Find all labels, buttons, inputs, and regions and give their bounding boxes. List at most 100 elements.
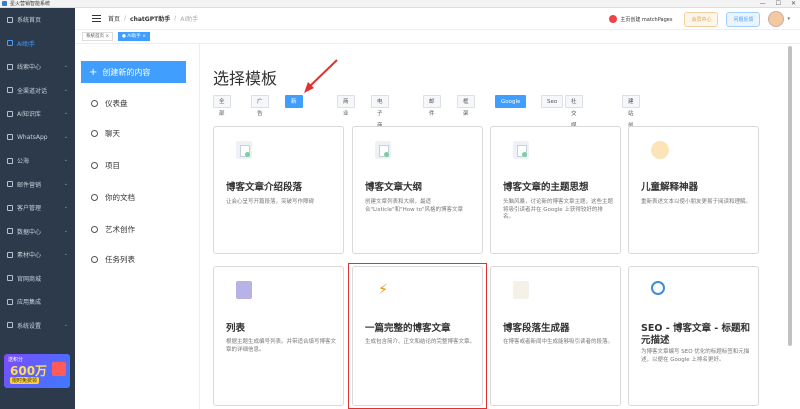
plus-icon: + (89, 66, 98, 78)
filter-chip[interactable]: 电子商务 (371, 95, 389, 141)
sidebar-item[interactable]: AI助手 (0, 32, 75, 56)
sidebar-item[interactable]: 线索中心 ⌄ (0, 55, 75, 79)
template-card[interactable]: 列表 根据主题生成编号列表。并带适合填写博客文章的详细信息。 (213, 266, 344, 406)
chart-icon (7, 228, 13, 235)
bolt-icon: ⚡ (375, 281, 391, 299)
folder-icon (7, 251, 13, 258)
breadcrumb-chatgpt[interactable]: chatGPT助手 (130, 14, 170, 23)
breadcrumb: 首页 / chatGPT助手 / AI助手 (108, 14, 198, 23)
bulb-icon (91, 226, 98, 233)
maximize-button[interactable]: ☐ (776, 0, 781, 8)
sidebar-item[interactable]: 数据中心 ⌄ (0, 220, 75, 244)
magnifier-icon (651, 281, 665, 295)
dashboard-icon (91, 100, 98, 107)
promo-banner[interactable]: 送积分 600万 限时免费领 (4, 354, 70, 388)
template-card-title: 儿童解释神器 (641, 182, 699, 193)
template-card[interactable]: 博客文章介绍段落 让会心呈写开篇段落，突破写作障碍 (213, 126, 344, 254)
template-card-title: SEO - 博客文章 - 标题和元描述 (641, 323, 751, 346)
create-content-button[interactable]: + 创建新的内容 (81, 61, 186, 83)
promo-cta[interactable]: 限时免费领 (10, 377, 40, 384)
chat-icon (7, 87, 13, 94)
left-panel-item[interactable]: 聊天 (91, 128, 120, 139)
filter-chip[interactable]: 建站创作 (622, 95, 640, 141)
template-card-description: 生成包含简介、正文和结论的完整博客文章。 (365, 339, 476, 345)
tag-ai-assistant[interactable]: ● AI助手 × (118, 32, 150, 41)
mail-icon (7, 181, 13, 188)
pen-icon (513, 281, 529, 299)
sidebar-item-label: 系统首页 (17, 17, 42, 25)
filter-chip[interactable]: 新闻博客 (285, 95, 303, 141)
filter-chip[interactable]: 商业 (337, 95, 355, 117)
filter-chip[interactable]: Seo (541, 95, 564, 108)
member-center-button[interactable]: 会员中心 (684, 11, 719, 27)
gift-icon (52, 362, 66, 376)
sidebar-item[interactable]: 公海 ⌄ (0, 149, 75, 173)
sidebar-item-label: 线索中心 (17, 64, 42, 72)
sidebar-item[interactable]: 全渠道对话 ⌄ (0, 79, 75, 103)
sidebar-item[interactable]: 客户管理 ⌄ (0, 196, 75, 220)
template-card-description: 头脑风暴，讨论新的博客文章主题，这些主题将吸引读者并在 Google 上获得较好… (503, 199, 614, 220)
avatar[interactable] (768, 11, 785, 27)
filter-chip[interactable]: Google (495, 95, 527, 108)
left-panel-item-label: 艺术创作 (105, 225, 135, 234)
scrollbar[interactable] (780, 44, 800, 409)
sidebar-item[interactable]: 系统首页 (0, 8, 75, 32)
left-panel-item[interactable]: 项目 (91, 160, 120, 171)
template-card-title: 博客文章的主题思想 (503, 182, 589, 193)
filter-chip[interactable]: 邮件 (423, 95, 441, 117)
create-page-link[interactable]: 主页创建 matchPages (609, 15, 672, 23)
sidebar-item[interactable]: 系统设置 ⌄ (0, 314, 75, 338)
sidebar-item-label: 客户管理 (17, 205, 42, 213)
sidebar-menu: 系统首页 AI助手 线索中心 ⌄ 全渠道对话 ⌄ AI知识库 ⌄ WhatsApp ⌄ 公海 ⌄ 邮件营… (0, 8, 75, 337)
sidebar-item[interactable]: 应用集成 (0, 290, 75, 314)
left-panel-item[interactable]: 任务列表 (91, 254, 135, 265)
users-icon (7, 204, 13, 211)
left-panel-item-label: 你的文档 (105, 193, 135, 202)
template-card[interactable]: 儿童解释神器 重新表述文本以使小朋友更易于阅读和理解。 (628, 126, 759, 254)
sidebar-item[interactable]: WhatsApp ⌄ (0, 126, 75, 150)
sidebar-item[interactable]: 邮件营销 ⌄ (0, 173, 75, 197)
database-icon (7, 110, 13, 117)
minimize-button[interactable]: — (760, 0, 766, 8)
tag-home[interactable]: 系统首页 × (82, 32, 114, 41)
page-title: 选择模板 (213, 69, 278, 88)
template-card[interactable]: SEO - 博客文章 - 标题和元描述 为博客文章编写 SEO 优化的标题标签和元… (628, 266, 759, 406)
template-card[interactable]: 博客段落生成器 在博客或者新闻中生成能够吸引读者的段落。 (490, 266, 621, 406)
lightbulb-icon (91, 162, 98, 169)
left-panel-item[interactable]: 艺术创作 (91, 224, 135, 235)
breadcrumb-home[interactable]: 首页 (108, 14, 120, 23)
template-card[interactable]: ⚡ 一篇完整的博客文章 生成包含简介、正文和结论的完整博客文章。 (352, 266, 483, 406)
chevron-down-icon: ⌄ (63, 251, 68, 257)
left-panel-item-label: 聊天 (105, 129, 120, 138)
scrollbar-thumb[interactable] (788, 46, 792, 346)
filter-chip[interactable]: 社交媒体 (565, 95, 583, 141)
left-panel-item-label: 任务列表 (105, 255, 135, 264)
sidebar-item-label: 官网商城 (17, 275, 42, 283)
filter-chip[interactable]: 全部 (213, 95, 231, 117)
close-button[interactable]: ✕ (791, 0, 796, 8)
shop-icon (7, 275, 13, 282)
menu-toggle-icon[interactable] (92, 15, 101, 22)
sidebar-item-label: AI知识库 (17, 111, 41, 119)
sidebar-item[interactable]: 官网商城 (0, 267, 75, 291)
sidebar-item[interactable]: 素材中心 ⌄ (0, 243, 75, 267)
chevron-down-icon: ⌄ (63, 227, 68, 234)
create-page-label: 主页创建 matchPages (620, 16, 673, 23)
template-card-description: 根据主题生成编号列表。并带适合填写博客文章的详细信息。 (226, 339, 337, 353)
breadcrumb-separator: / (124, 15, 127, 22)
book-icon (236, 281, 252, 299)
home-icon (7, 16, 13, 23)
filter-chip[interactable]: 广告 (251, 95, 269, 117)
sidebar-item[interactable]: AI知识库 ⌄ (0, 102, 75, 126)
left-panel-item[interactable]: 你的文档 (91, 192, 135, 203)
chevron-down-icon[interactable]: ▾ (787, 16, 790, 22)
template-card[interactable]: 博客文章的主题思想头脑风暴，讨论新的博客文章主题，这些主题将吸引读者并在 Goo… (490, 126, 621, 254)
filter-chip[interactable]: 框架 (457, 95, 475, 117)
template-card[interactable]: 博客文章大纲 创建文章列表和大纲，最适合"Listicle"和"How to"风格… (352, 126, 483, 254)
ocean-icon (7, 157, 13, 164)
breadcrumb-current: AI助手 (180, 16, 199, 23)
document-icon (236, 141, 252, 159)
feedback-button[interactable]: 问题反馈 (726, 11, 761, 27)
top-bar: 首页 / chatGPT助手 / AI助手 主页创建 matchPages 会员… (75, 8, 800, 30)
left-panel-item[interactable]: 仪表盘 (91, 98, 128, 109)
